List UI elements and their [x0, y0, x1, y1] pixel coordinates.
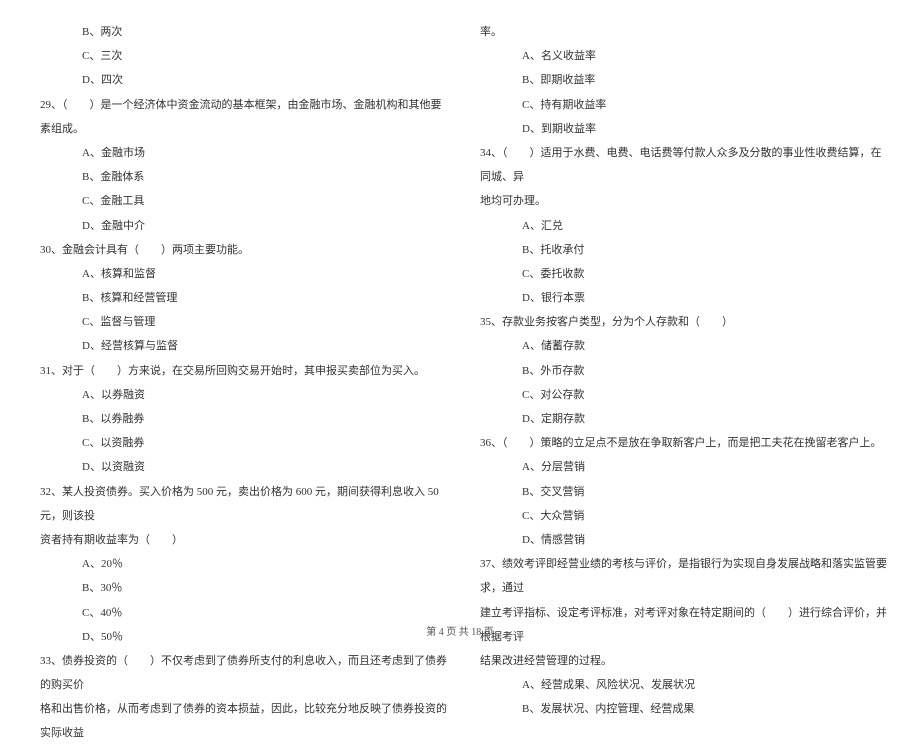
answer-option: D、定期存款: [470, 407, 890, 431]
left-column: B、两次C、三次D、四次29、（ ）是一个经济体中资金流动的基本框架，由金融市场…: [30, 20, 450, 610]
answer-option: D、金融中介: [30, 214, 450, 238]
answer-option: C、委托收款: [470, 262, 890, 286]
question-text: 率。: [470, 20, 890, 44]
answer-option: B、金融体系: [30, 165, 450, 189]
question-text: 36、（ ）策略的立足点不是放在争取新客户上，而是把工夫花在挽留老客户上。: [470, 431, 890, 455]
answer-option: A、金融市场: [30, 141, 450, 165]
question-text: 31、对于（ ）方来说，在交易所回购交易开始时，其申报买卖部位为买入。: [30, 359, 450, 383]
answer-option: B、外币存款: [470, 359, 890, 383]
answer-option: B、即期收益率: [470, 68, 890, 92]
answer-option: B、发展状况、内控管理、经营成果: [470, 697, 890, 721]
answer-option: B、以券融券: [30, 407, 450, 431]
answer-option: D、经营核算与监督: [30, 334, 450, 358]
answer-option: B、托收承付: [470, 238, 890, 262]
question-text: 结果改进经营管理的过程。: [470, 649, 890, 673]
answer-option: C、以资融券: [30, 431, 450, 455]
page-footer: 第 4 页 共 18 页: [0, 623, 920, 638]
answer-option: D、银行本票: [470, 286, 890, 310]
answer-option: D、以资融资: [30, 455, 450, 479]
answer-option: D、情感营销: [470, 528, 890, 552]
question-text: 地均可办理。: [470, 189, 890, 213]
answer-option: A、名义收益率: [470, 44, 890, 68]
answer-option: A、分层营销: [470, 455, 890, 479]
answer-option: A、核算和监督: [30, 262, 450, 286]
answer-option: B、30％: [30, 576, 450, 600]
question-text: 格和出售价格，从而考虑到了债券的资本损益，因此，比较充分地反映了债券投资的实际收…: [30, 697, 450, 745]
question-text: 37、绩效考评即经营业绩的考核与评价，是指银行为实现自身发展战略和落实监管要求，…: [470, 552, 890, 600]
answer-option: B、交叉营销: [470, 480, 890, 504]
answer-option: A、储蓄存款: [470, 334, 890, 358]
question-text: 32、某人投资债券。买入价格为 500 元，卖出价格为 600 元，期间获得利息…: [30, 480, 450, 528]
answer-option: A、汇兑: [470, 214, 890, 238]
answer-option: C、40％: [30, 601, 450, 625]
question-text: 33、债券投资的（ ）不仅考虑到了债券所支付的利息收入，而且还考虑到了债券的购买…: [30, 649, 450, 697]
question-text: 34、（ ）适用于水费、电费、电话费等付款人众多及分散的事业性收费结算，在同城、…: [470, 141, 890, 189]
answer-option: C、大众营销: [470, 504, 890, 528]
answer-option: D、四次: [30, 68, 450, 92]
answer-option: C、三次: [30, 44, 450, 68]
question-text: 29、（ ）是一个经济体中资金流动的基本框架，由金融市场、金融机构和其他要素组成…: [30, 93, 450, 141]
answer-option: D、到期收益率: [470, 117, 890, 141]
right-column: 率。A、名义收益率B、即期收益率C、持有期收益率D、到期收益率34、（ ）适用于…: [470, 20, 890, 610]
question-text: 资者持有期收益率为（ ）: [30, 528, 450, 552]
question-text: 30、金融会计具有（ ）两项主要功能。: [30, 238, 450, 262]
answer-option: C、金融工具: [30, 189, 450, 213]
answer-option: A、20％: [30, 552, 450, 576]
answer-option: A、以券融资: [30, 383, 450, 407]
answer-option: A、经营成果、风险状况、发展状况: [470, 673, 890, 697]
exam-content: B、两次C、三次D、四次29、（ ）是一个经济体中资金流动的基本框架，由金融市场…: [30, 20, 890, 610]
answer-option: B、两次: [30, 20, 450, 44]
question-text: 35、存款业务按客户类型，分为个人存款和（ ）: [470, 310, 890, 334]
answer-option: C、对公存款: [470, 383, 890, 407]
answer-option: C、持有期收益率: [470, 93, 890, 117]
answer-option: B、核算和经营管理: [30, 286, 450, 310]
answer-option: C、监督与管理: [30, 310, 450, 334]
